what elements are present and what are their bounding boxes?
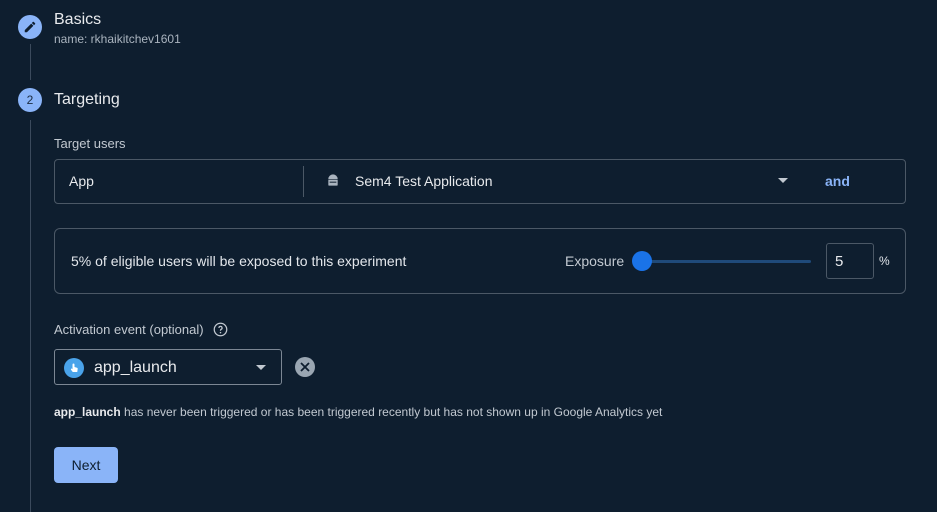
activation-note: app_launch has never been triggered or h…	[54, 405, 662, 419]
activation-event-value: app_launch	[94, 359, 177, 376]
exposure-label: Exposure	[565, 253, 625, 269]
target-app-select[interactable]: Sem4 Test Application	[323, 160, 795, 203]
step-connector	[30, 44, 31, 80]
chevron-down-icon	[778, 178, 788, 183]
activation-event-label: Activation event (optional)	[54, 322, 204, 337]
exposure-slider-track[interactable]	[641, 260, 811, 263]
targeting-step-title: Targeting	[54, 91, 120, 108]
basics-step-circle[interactable]	[18, 15, 42, 39]
target-divider	[303, 166, 304, 197]
pencil-icon	[24, 21, 36, 33]
target-type-field[interactable]: App	[69, 173, 94, 189]
targeting-step-line	[30, 120, 31, 512]
target-app-value: Sem4 Test Application	[355, 173, 493, 189]
targeting-step-circle[interactable]: 2	[18, 88, 42, 112]
activation-event-select[interactable]: app_launch	[54, 349, 282, 385]
clear-icon[interactable]	[295, 357, 315, 377]
and-button[interactable]: and	[825, 173, 850, 189]
next-button[interactable]: Next	[54, 447, 118, 483]
target-users-row: App Sem4 Test Application and	[54, 159, 906, 204]
exposure-description: 5% of eligible users will be exposed to …	[71, 253, 407, 269]
exposure-card: 5% of eligible users will be exposed to …	[54, 228, 906, 294]
touch-icon	[64, 358, 84, 378]
exposure-slider-thumb[interactable]	[631, 251, 652, 271]
activation-note-text: has never been triggered or has been tri…	[120, 405, 663, 419]
target-users-label: Target users	[54, 136, 126, 151]
basics-step-title: Basics	[54, 11, 102, 28]
activation-note-event: app_launch	[54, 405, 121, 419]
chevron-down-icon	[256, 365, 266, 370]
android-icon	[328, 174, 338, 186]
exposure-input[interactable]: 5	[826, 243, 874, 279]
basics-step-subtitle: name: rkhaikitchev1601	[54, 32, 181, 46]
help-icon[interactable]	[213, 322, 228, 337]
exposure-unit: %	[879, 254, 890, 268]
exposure-input-value: 5	[835, 252, 844, 270]
